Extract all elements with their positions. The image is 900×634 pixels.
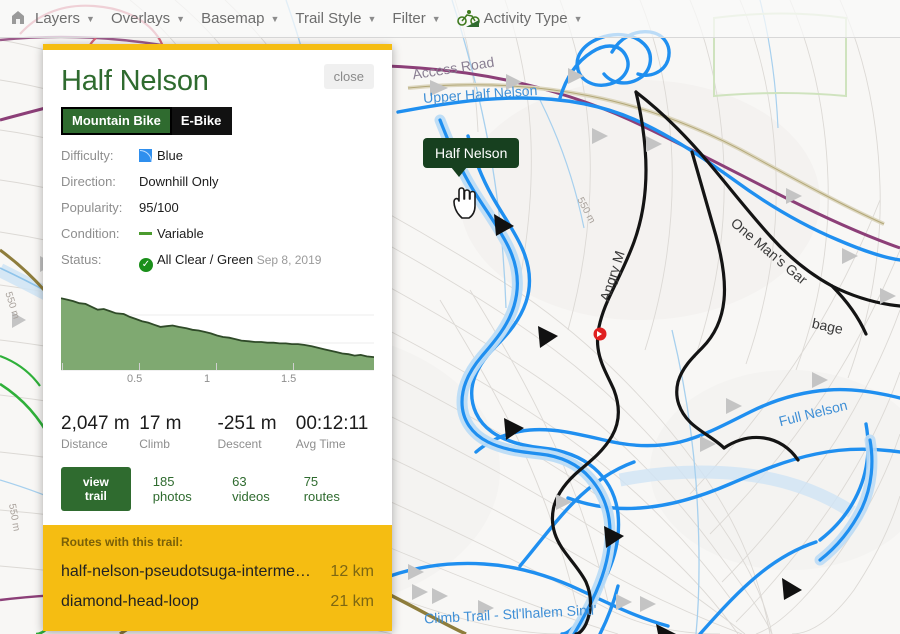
chart-tickmark [293,363,294,370]
blue-square-icon [139,149,152,162]
meta-value-condition: Variable [139,226,374,252]
stat-climb-label: Climb [139,437,217,451]
panel-header: Half Nelson close [61,64,374,96]
toolbar-item-layers[interactable]: Layers ▼ [8,0,95,38]
stat-descent-label: Descent [218,437,296,451]
stat-distance-label: Distance [61,437,139,451]
stat-climb: 17 m Climb [139,413,217,451]
stat-avg-time: 00:12:11 Avg Time [296,413,374,451]
cyclist-icon [457,8,479,30]
status-text: All Clear / Green [157,252,253,267]
stat-avg-time-value: 00:12:11 [296,413,374,435]
stat-descent-value: -251 m [218,413,296,435]
chart-tickmark [139,363,140,370]
green-dash-icon [139,232,152,235]
toolbar-item-filter[interactable]: Filter ▼ [392,0,440,38]
meta-row-condition: Condition: Variable [61,226,374,252]
view-trail-button[interactable]: view trail [61,467,131,511]
toolbar-label-filter: Filter [392,10,425,27]
meta-label-difficulty: Difficulty: [61,148,139,174]
chevron-down-icon: ▼ [432,14,441,24]
route-name: diamond-head-loop [61,593,199,611]
routes-link[interactable]: 75 routes [304,474,352,504]
chevron-down-icon: ▼ [367,14,376,24]
map-toolbar: Layers ▼ Overlays ▼ Basemap ▼ Trail Styl… [0,0,900,38]
chart-xtick-2: 1.5 [281,373,296,385]
stat-climb-value: 17 m [139,413,217,435]
meta-value-direction: Downhill Only [139,174,374,200]
tab-mountain-bike[interactable]: Mountain Bike [61,107,172,135]
toolbar-item-overlays[interactable]: Overlays ▼ [111,0,185,38]
photos-link[interactable]: 185 photos [153,474,210,504]
videos-link[interactable]: 63 videos [232,474,282,504]
status-date: Sep 8, 2019 [257,253,322,267]
meta-value-status: ✓ All Clear / Green Sep 8, 2019 [139,252,374,283]
chevron-down-icon: ▼ [574,14,583,24]
meta-row-status: Status: ✓ All Clear / Green Sep 8, 2019 [61,252,374,283]
activity-type-tabs: Mountain Bike E-Bike [61,107,374,135]
elevation-chart-svg [61,287,374,371]
stat-distance-value: 2,047 m [61,413,139,435]
meta-row-popularity: Popularity: 95/100 [61,200,374,226]
stat-distance: 2,047 m Distance [61,413,139,451]
meta-row-direction: Direction: Downhill Only [61,174,374,200]
list-item[interactable]: half-nelson-pseudotsuga-interme… 12 km [61,557,374,587]
chart-tickmark [216,363,217,370]
meta-label-status: Status: [61,252,139,283]
stat-avg-time-label: Avg Time [296,437,374,451]
route-distance: 12 km [330,563,374,581]
elevation-profile-chart[interactable]: 0.5 1 1.5 [61,287,374,391]
panel-actions: view trail 185 photos 63 videos 75 route… [61,467,374,511]
tab-e-bike[interactable]: E-Bike [172,107,232,135]
toolbar-label-basemap: Basemap [201,10,264,27]
trail-hover-tooltip: Half Nelson [423,138,519,168]
difficulty-text: Blue [157,148,183,163]
route-name: half-nelson-pseudotsuga-interme… [61,563,311,581]
meta-value-popularity: 95/100 [139,200,374,226]
close-button[interactable]: close [324,64,374,89]
meta-value-difficulty: Blue [139,148,374,174]
trail-metadata-table: Difficulty: Blue Direction: Downhill Onl… [61,148,374,283]
route-distance: 21 km [330,593,374,611]
app-root: Access Road Upper Half Nelson 550 m Angr… [0,0,900,634]
routes-with-trail-section: Routes with this trail: half-nelson-pseu… [43,525,392,631]
toolbar-item-trail-style[interactable]: Trail Style ▼ [295,0,376,38]
chart-xtick-1: 1 [204,373,210,385]
toolbar-item-activity-type[interactable]: Activity Type ▼ [457,0,583,38]
meta-label-popularity: Popularity: [61,200,139,226]
layers-icon [8,8,30,30]
routes-section-title: Routes with this trail: [61,535,374,549]
toolbar-label-activity-type: Activity Type [484,10,568,27]
chart-tickmark [62,363,63,370]
trail-info-panel: Half Nelson close Mountain Bike E-Bike D… [43,44,392,631]
list-item[interactable]: diamond-head-loop 21 km [61,587,374,617]
trail-stats-row: 2,047 m Distance 17 m Climb -251 m Desce… [61,413,374,451]
stat-descent: -251 m Descent [218,413,296,451]
chart-area-fill [61,299,374,371]
condition-text: Variable [157,226,204,241]
chevron-down-icon: ▼ [86,14,95,24]
toolbar-item-basemap[interactable]: Basemap ▼ [201,0,279,38]
toolbar-label-overlays: Overlays [111,10,170,27]
chevron-down-icon: ▼ [176,14,185,24]
page-title: Half Nelson [61,66,324,96]
green-check-icon: ✓ [139,258,153,272]
meta-label-condition: Condition: [61,226,139,252]
chart-xtick-0: 0.5 [127,373,142,385]
meta-label-direction: Direction: [61,174,139,200]
toolbar-label-layers: Layers [35,10,80,27]
meta-row-difficulty: Difficulty: Blue [61,148,374,174]
toolbar-label-trail-style: Trail Style [295,10,361,27]
chevron-down-icon: ▼ [270,14,279,24]
